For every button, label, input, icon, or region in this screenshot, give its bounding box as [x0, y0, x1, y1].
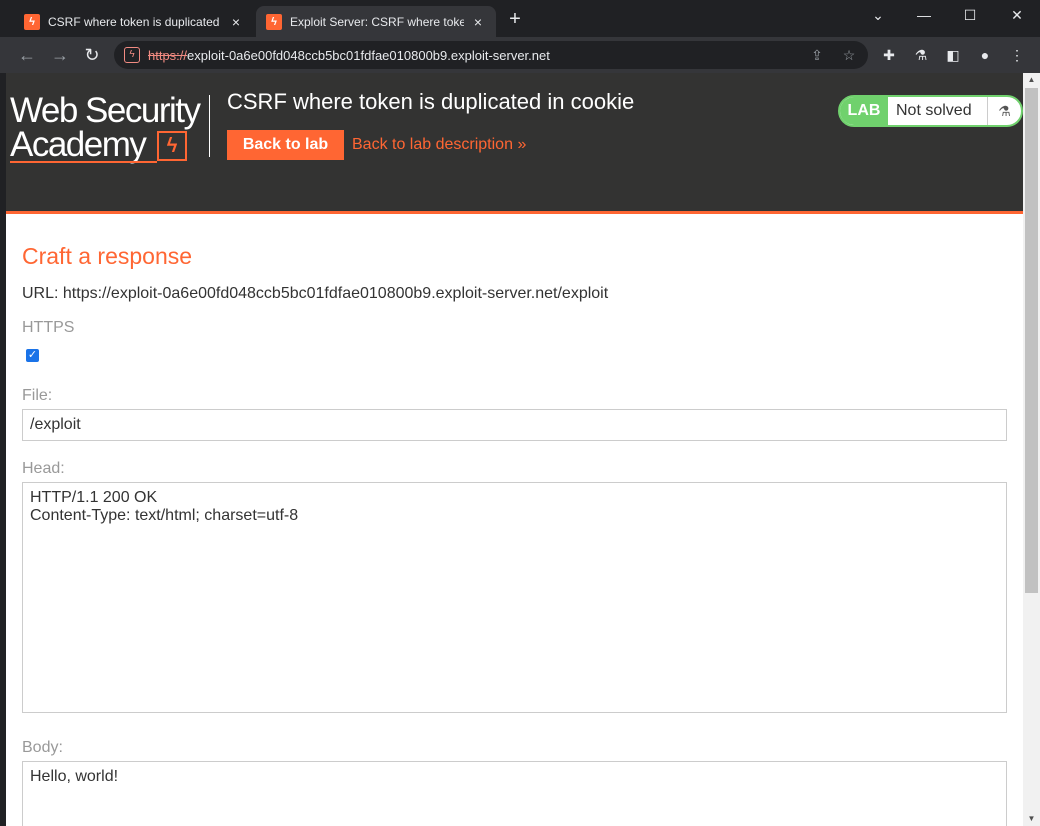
head-textarea[interactable]: HTTP/1.1 200 OK Content-Type: text/html;…: [22, 482, 1007, 713]
web-security-academy-logo[interactable]: Web Security Academy ϟ: [10, 91, 210, 165]
not-secure-icon[interactable]: ϟ: [124, 47, 140, 63]
craft-response-form: Craft a response URL: https://exploit-0a…: [22, 243, 1007, 826]
address-bar[interactable]: ϟ https://exploit-0a6e00fd048ccb5bc01fdf…: [114, 41, 868, 69]
logo-line-2: Academy: [10, 125, 147, 164]
logo-bolt-icon: ϟ: [157, 131, 187, 161]
logo-underline: [10, 161, 157, 163]
bookmark-star-icon[interactable]: ☆: [840, 46, 858, 64]
back-to-lab-description-link[interactable]: Back to lab description »: [352, 136, 526, 154]
tab-csrf-lab[interactable]: ϟ CSRF where token is duplicated in ×: [14, 6, 254, 37]
double-chevron-icon: »: [517, 136, 527, 153]
lab-title: CSRF where token is duplicated in cookie: [227, 89, 635, 114]
url-scheme: https://: [148, 48, 188, 63]
forward-arrow-icon[interactable]: →: [47, 43, 73, 67]
profile-avatar-icon[interactable]: ●: [975, 45, 995, 65]
file-input[interactable]: /exploit: [22, 409, 1007, 441]
lab-badge: LAB: [840, 97, 888, 125]
lab-header: Web Security Academy ϟ CSRF where token …: [6, 73, 1023, 214]
file-label: File:: [22, 387, 53, 404]
body-textarea[interactable]: Hello, world!: [22, 761, 1007, 826]
body-label: Body:: [22, 739, 63, 756]
exploit-url: URL: https://exploit-0a6e00fd048ccb5bc01…: [22, 285, 609, 302]
side-panel-icon[interactable]: ◧: [943, 45, 963, 65]
back-arrow-icon[interactable]: ←: [14, 43, 40, 67]
flask-icon: ⚗: [987, 97, 1021, 125]
lab-status-text: Not solved: [896, 102, 972, 119]
portswigger-favicon-icon: ϟ: [24, 13, 40, 30]
lab-status-widget: LAB Not solved ⚗: [838, 95, 1023, 127]
reload-icon[interactable]: ↻: [79, 43, 105, 67]
tab-close-icon[interactable]: ×: [470, 14, 486, 30]
tab-exploit-server[interactable]: ϟ Exploit Server: CSRF where token ×: [256, 6, 496, 37]
url-host: exploit-0a6e00fd048ccb5bc01fdfae010800b9…: [187, 48, 550, 63]
scroll-up-arrow-icon[interactable]: ▲: [1023, 73, 1040, 87]
portswigger-favicon-icon: ϟ: [266, 13, 282, 30]
address-url[interactable]: https://exploit-0a6e00fd048ccb5bc01fdfae…: [148, 48, 550, 63]
back-to-lab-button[interactable]: Back to lab: [227, 130, 344, 160]
page-scrollbar[interactable]: ▲ ▼: [1023, 73, 1040, 826]
head-label: Head:: [22, 460, 65, 477]
scroll-down-arrow-icon[interactable]: ▼: [1023, 812, 1040, 826]
tab-title: Exploit Server: CSRF where token: [290, 14, 464, 29]
tab-close-icon[interactable]: ×: [228, 14, 244, 30]
maximize-button[interactable]: ☐: [947, 0, 993, 30]
page-viewport: Web Security Academy ϟ CSRF where token …: [6, 73, 1023, 826]
browser-toolbar: ← → ↻ ϟ https://exploit-0a6e00fd048ccb5b…: [0, 37, 1040, 73]
minimize-button[interactable]: —: [901, 0, 947, 30]
https-checkbox[interactable]: ✓: [26, 349, 39, 362]
back-to-description-label: Back to lab description: [352, 136, 513, 153]
share-icon[interactable]: ⇪: [808, 46, 826, 64]
https-label: HTTPS: [22, 319, 75, 336]
labs-flask-icon[interactable]: ⚗: [911, 45, 931, 65]
new-tab-button[interactable]: +: [503, 8, 527, 31]
menu-kebab-icon[interactable]: ⋮: [1007, 45, 1027, 65]
scrollbar-thumb[interactable]: [1025, 88, 1038, 593]
close-window-button[interactable]: ✕: [994, 0, 1040, 30]
header-divider: [209, 95, 210, 157]
tab-title: CSRF where token is duplicated in: [48, 14, 222, 29]
tab-strip: ϟ CSRF where token is duplicated in × ϟ …: [0, 0, 1040, 37]
extensions-puzzle-icon[interactable]: ✚: [879, 45, 899, 65]
craft-response-heading: Craft a response: [22, 243, 193, 269]
tab-search-icon[interactable]: ⌄: [855, 0, 901, 30]
